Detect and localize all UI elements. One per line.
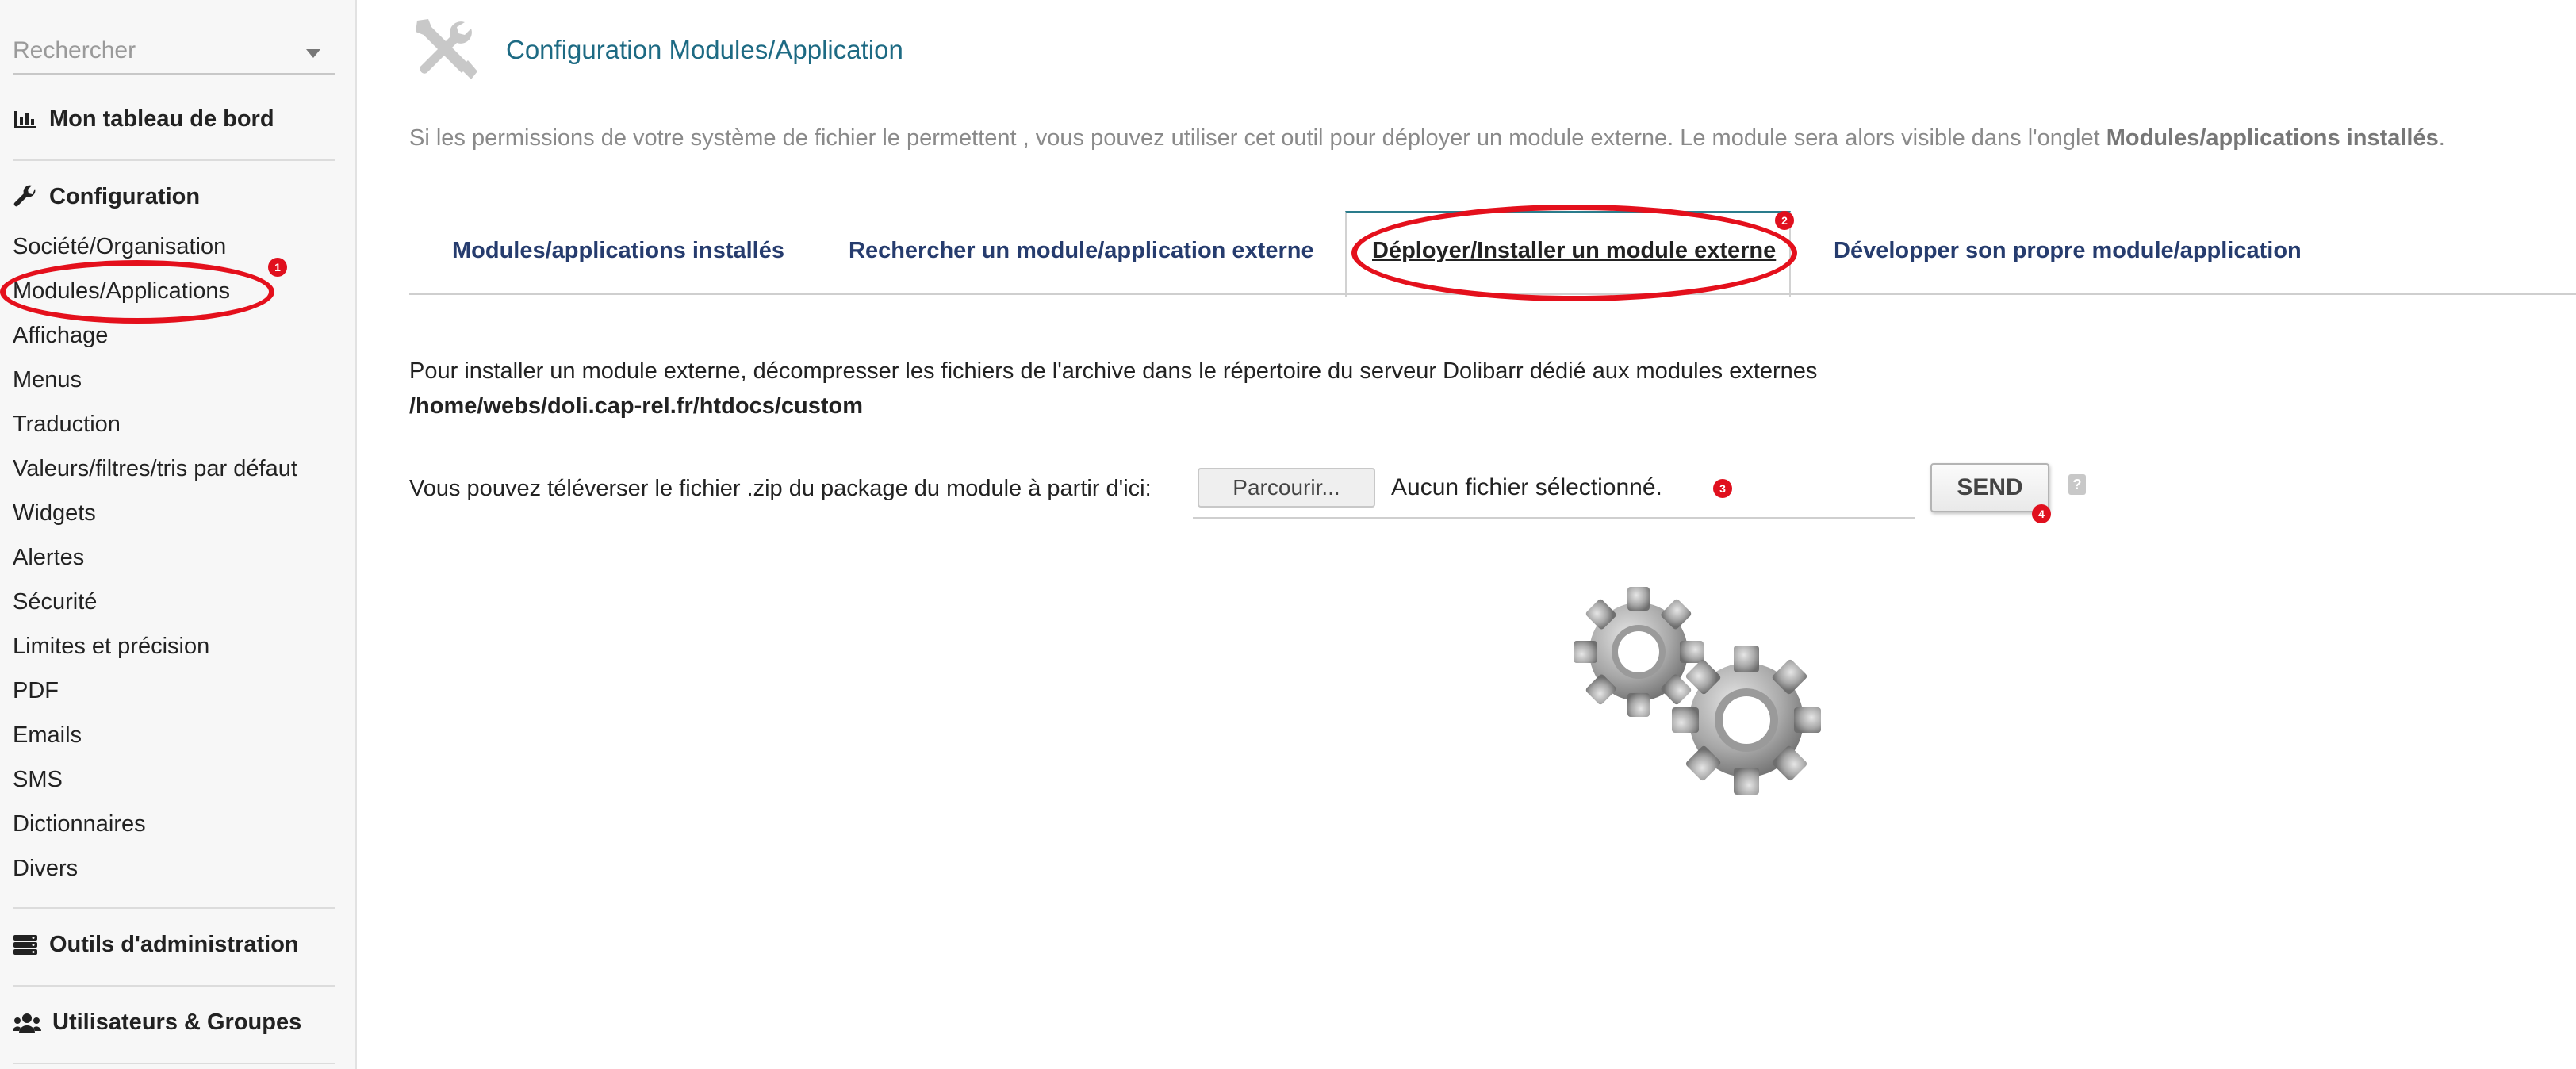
sidebar-admin-tools-label: Outils d'administration [49, 932, 299, 957]
gears-icon [1574, 587, 1821, 795]
deploy-description: Pour installer un module externe, décomp… [409, 358, 1818, 384]
sidebar-dashboard-label: Mon tableau de bord [49, 106, 274, 132]
divider [13, 907, 335, 909]
sidebar-item-valeurs[interactable]: Valeurs/filtres/tris par défaut [13, 456, 297, 482]
sidebar-item-societe[interactable]: Société/Organisation [13, 234, 226, 260]
intro-end: . [2438, 125, 2445, 151]
tab-develop-own[interactable]: Développer son propre module/application [1834, 238, 2302, 264]
deploy-path: /home/webs/doli.cap-rel.fr/htdocs/custom [409, 393, 864, 419]
intro-text: Si les permissions de votre système de f… [409, 125, 2445, 151]
wrench-icon [13, 185, 36, 206]
tab-deploy-external[interactable]: Déployer/Installer un module externe [1372, 238, 1776, 264]
page-title: Configuration Modules/Application [506, 35, 903, 64]
sidebar-item-traduction[interactable]: Traduction [13, 412, 121, 438]
sidebar: Mon tableau de bord Configuration Sociét… [0, 0, 357, 1069]
sidebar-item-widgets[interactable]: Widgets [13, 500, 96, 527]
sidebar-item-pdf[interactable]: PDF [13, 678, 59, 704]
sidebar-item-configuration[interactable]: Configuration [13, 184, 200, 210]
sidebar-configuration-label: Configuration [49, 184, 201, 209]
divider [13, 1063, 335, 1064]
browse-button[interactable]: Parcourir... [1198, 468, 1375, 508]
send-button[interactable]: SEND [1930, 463, 2049, 512]
annotation-marker: 3 [1713, 479, 1732, 498]
main-content: Configuration Modules/Application Si les… [357, 0, 2576, 1069]
sidebar-item-modules[interactable]: Modules/Applications [13, 278, 230, 305]
sidebar-item-limites[interactable]: Limites et précision [13, 634, 209, 660]
server-icon [13, 934, 37, 955]
sidebar-item-affichage[interactable]: Affichage [13, 323, 108, 349]
sidebar-item-dictionnaires[interactable]: Dictionnaires [13, 811, 146, 837]
users-icon [13, 1013, 41, 1033]
chevron-down-icon[interactable] [306, 49, 320, 58]
sidebar-item-users-groups[interactable]: Utilisateurs & Groupes [13, 1010, 301, 1036]
sidebar-item-admin-tools[interactable]: Outils d'administration [13, 932, 299, 958]
divider [13, 985, 335, 987]
help-icon[interactable]: ? [2068, 474, 2086, 495]
tab-installed-modules[interactable]: Modules/applications installés [452, 238, 784, 264]
sidebar-item-sms[interactable]: SMS [13, 767, 63, 793]
tools-icon [416, 19, 477, 79]
sidebar-item-emails[interactable]: Emails [13, 722, 82, 749]
sidebar-item-securite[interactable]: Sécurité [13, 589, 97, 615]
annotation-marker: 2 [1775, 211, 1794, 230]
sidebar-item-alertes[interactable]: Alertes [13, 545, 84, 571]
sidebar-item-divers[interactable]: Divers [13, 856, 78, 882]
file-status: Aucun fichier sélectionné. [1391, 474, 1662, 500]
tabs-underline [409, 293, 2576, 295]
divider [13, 159, 335, 161]
intro-main: Si les permissions de votre système de f… [409, 125, 2106, 151]
tab-search-external[interactable]: Rechercher un module/application externe [849, 238, 1314, 264]
sidebar-item-menus[interactable]: Menus [13, 367, 82, 393]
file-input[interactable]: Parcourir... Aucun fichier sélectionné. [1193, 466, 1915, 519]
annotation-marker: 1 [268, 258, 287, 277]
annotation-marker: 4 [2032, 504, 2051, 523]
bar-chart-icon [14, 110, 36, 128]
sidebar-users-groups-label: Utilisateurs & Groupes [52, 1010, 302, 1035]
search-box[interactable] [13, 29, 335, 75]
intro-link-text: Modules/applications installés [2106, 125, 2439, 151]
upload-label: Vous pouvez téléverser le fichier .zip d… [409, 476, 1152, 501]
sidebar-item-dashboard[interactable]: Mon tableau de bord [13, 106, 274, 132]
search-input[interactable] [13, 37, 282, 64]
